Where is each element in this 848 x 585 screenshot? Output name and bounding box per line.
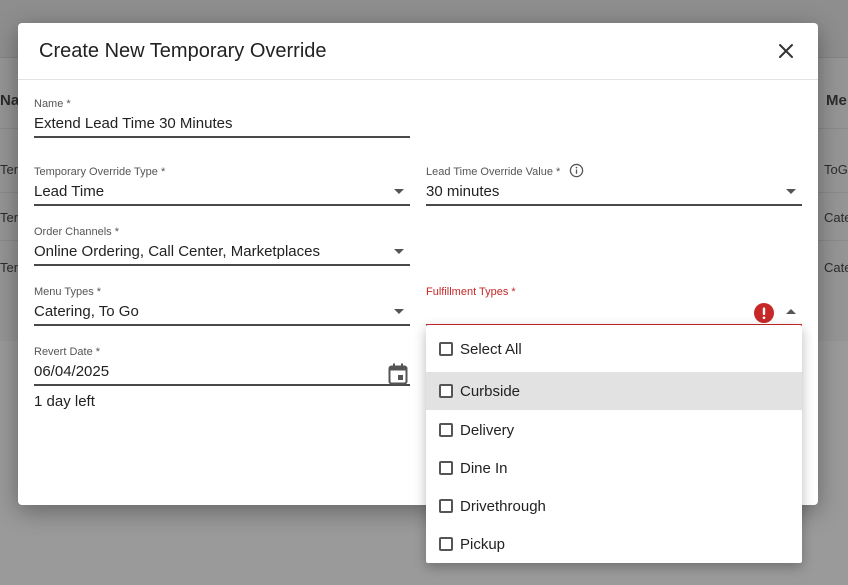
chevron-up-icon	[786, 309, 796, 314]
chevron-down-icon	[786, 189, 796, 194]
chevron-down-icon	[394, 249, 404, 254]
close-button[interactable]	[772, 37, 800, 65]
chevron-down-icon	[394, 309, 404, 314]
fulfillment-types-value	[426, 300, 802, 322]
chevron-down-icon	[394, 189, 404, 194]
error-icon	[754, 303, 774, 323]
checkbox-icon	[439, 537, 453, 551]
option-curbside[interactable]: Curbside	[426, 372, 802, 410]
override-type-value: Lead Time	[34, 183, 105, 200]
revert-date-label: Revert Date *	[34, 346, 101, 358]
fulfillment-types-menu: Select All Curbside Delivery Dine In Dri…	[426, 325, 802, 563]
name-label: Name *	[34, 98, 71, 110]
option-label: Curbside	[460, 382, 521, 400]
background-row-3-right: Cate	[824, 260, 848, 275]
lead-time-value: 30 minutes	[426, 183, 500, 200]
checkbox-icon	[439, 499, 453, 513]
info-icon[interactable]	[569, 163, 584, 178]
checkbox-icon	[439, 384, 453, 398]
close-icon	[779, 44, 793, 58]
option-label: Drivethrough	[460, 497, 546, 515]
order-channels-label: Order Channels *	[34, 226, 119, 238]
background-row-2-right: Cate	[824, 210, 848, 225]
background-row-1-right: ToGo	[824, 162, 848, 177]
option-dine-in[interactable]: Dine In	[426, 449, 802, 487]
order-channels-select[interactable]: Order Channels * Online Ordering, Call C…	[34, 226, 410, 266]
name-input[interactable]: Extend Lead Time 30 Minutes	[34, 112, 410, 134]
revert-date-field[interactable]: Revert Date * 06/04/2025	[34, 346, 410, 386]
lead-time-value-select[interactable]: Lead Time Override Value * 30 minutes	[426, 163, 802, 206]
lead-time-value-label: Lead Time Override Value *	[426, 166, 561, 178]
option-delivery[interactable]: Delivery	[426, 411, 802, 449]
menu-types-label: Menu Types *	[34, 286, 102, 298]
option-pickup[interactable]: Pickup	[426, 525, 802, 563]
dialog-title: Create New Temporary Override	[39, 40, 327, 62]
option-drivethrough[interactable]: Drivethrough	[426, 487, 802, 525]
fulfillment-types-select[interactable]: Fulfillment Types *	[426, 286, 802, 326]
option-label: Select All	[460, 340, 522, 358]
option-label: Delivery	[460, 421, 515, 439]
menu-types-value: Catering, To Go	[34, 303, 139, 320]
dialog-header: Create New Temporary Override	[18, 23, 818, 80]
revert-date-input[interactable]: 06/04/2025	[34, 360, 410, 382]
option-label: Dine In	[460, 459, 508, 477]
fulfillment-types-label: Fulfillment Types *	[426, 286, 516, 298]
menu-types-select[interactable]: Menu Types * Catering, To Go	[34, 286, 410, 326]
checkbox-icon	[439, 461, 453, 475]
option-label: Pickup	[460, 535, 506, 553]
checkbox-icon	[439, 342, 453, 356]
background-header-menu: Me	[826, 92, 847, 109]
checkbox-icon	[439, 423, 453, 437]
order-channels-value: Online Ordering, Call Center, Marketplac…	[34, 243, 320, 260]
option-select-all[interactable]: Select All	[426, 330, 802, 368]
revert-date-helper: 1 day left	[34, 393, 95, 410]
name-field[interactable]: Name * Extend Lead Time 30 Minutes	[34, 98, 410, 138]
override-type-select[interactable]: Temporary Override Type * Lead Time	[34, 166, 410, 206]
background-header-name: Na	[0, 92, 20, 109]
override-type-label: Temporary Override Type *	[34, 166, 166, 178]
calendar-icon[interactable]	[388, 363, 408, 385]
